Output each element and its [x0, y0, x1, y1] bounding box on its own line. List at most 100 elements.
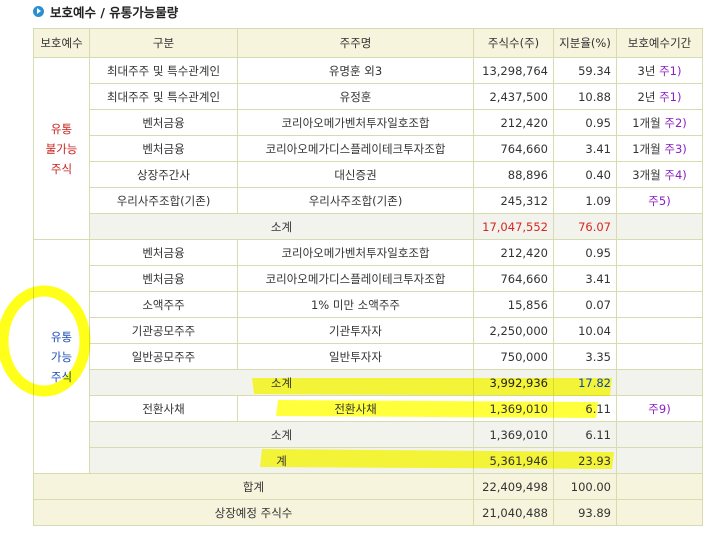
- cell-period: [616, 291, 703, 318]
- subtotal-shares: 17,047,552: [473, 213, 554, 240]
- total-label: 계: [89, 447, 474, 474]
- table-row: 일반공모주주 일반투자자 750,000 3.35: [34, 343, 703, 370]
- cell-shares: 212,420: [473, 239, 554, 266]
- note-link[interactable]: 주2): [664, 116, 686, 130]
- total-shares: 5,361,946: [473, 447, 554, 474]
- listed-total-label: 상장예정 주식수: [33, 499, 474, 526]
- section-title: 보호예수 / 유통가능물량: [50, 4, 179, 20]
- listed-total-row: 상장예정 주식수 21,040,488 93.89: [33, 499, 703, 526]
- cell-pct: 0.95: [553, 109, 617, 136]
- section-heading: 보호예수 / 유통가능물량: [33, 2, 178, 20]
- cell-period: 1개월 주3): [616, 135, 703, 162]
- cell-pct: 3.41: [553, 265, 617, 292]
- table-row: 벤처금융 코리아오메가벤처투자일호조합 212,420 0.95 1개월 주2): [34, 109, 703, 136]
- cell-period: [616, 265, 703, 292]
- col-header-lockup: 보호예수: [33, 28, 90, 58]
- table-row: 유통 불가능 주식 최대주주 및 특수관계인 유명훈 외3 13,298,764…: [33, 57, 703, 240]
- cell-period: 주5): [616, 187, 703, 214]
- table-row: 벤처금융 코리아오메가디스플레이테크투자조합 764,660 3.41: [34, 265, 703, 292]
- subtotal-row-cb: 소계 1,369,010 6.11: [34, 421, 703, 448]
- table-row: 최대주주 및 특수관계인 유정훈 2,437,500 10.88 2년 주1): [34, 83, 703, 110]
- cell-pct: 1.09: [553, 187, 617, 214]
- cell-category: 소액주주: [89, 291, 238, 318]
- subtotal-period: [616, 369, 703, 396]
- note-link[interactable]: 주9): [648, 402, 670, 416]
- cell-pct: 10.88: [553, 83, 617, 110]
- cell-period: 3년 주1): [616, 57, 703, 84]
- cell-holder: 코리아오메가디스플레이테크투자조합: [237, 265, 474, 292]
- cell-category: 우리사주조합(기존): [89, 187, 238, 214]
- cell-shares: 2,437,500: [473, 83, 554, 110]
- cell-shares: 1,369,010: [473, 395, 554, 422]
- subtotal-label: 소계: [89, 369, 474, 396]
- cell-category: 최대주주 및 특수관계인: [89, 83, 238, 110]
- note-link[interactable]: 주1): [659, 90, 681, 104]
- subtotal-pct: 17.82: [553, 369, 617, 396]
- subtotal-shares: 1,369,010: [473, 421, 554, 448]
- cell-period: [616, 343, 703, 370]
- cell-holder: 유정훈: [237, 83, 474, 110]
- table-row: 우리사주조합(기존) 우리사주조합(기존) 245,312 1.09 주5): [34, 187, 703, 214]
- cell-period: [616, 317, 703, 344]
- subtotal-row-locked: 소계 17,047,552 76.07: [34, 213, 703, 240]
- grand-total-shares: 22,409,498: [473, 473, 554, 500]
- total-row-free: 계 5,361,946 23.93: [34, 447, 703, 474]
- cell-holder: 코리아오메가디스플레이테크투자조합: [237, 135, 474, 162]
- table-row: 유통 가능 주식 벤처금융 코리아오메가벤처투자일호조합 212,420 0.9…: [33, 239, 703, 474]
- cell-holder: 코리아오메가벤처투자일호조합: [237, 109, 474, 136]
- subtotal-period: [616, 213, 703, 240]
- cell-shares: 750,000: [473, 343, 554, 370]
- cell-category: 벤처금융: [89, 135, 238, 162]
- grand-total-period: [616, 473, 703, 500]
- subtotal-pct: 6.11: [553, 421, 617, 448]
- table-row: 전환사채 전환사채 1,369,010 6.11 주9): [34, 395, 703, 422]
- cell-pct: 0.95: [553, 239, 617, 266]
- cell-pct: 0.40: [553, 161, 617, 188]
- table-row: 상장주간사 대신증권 88,896 0.40 3개월 주4): [34, 161, 703, 188]
- cell-category: 벤처금융: [89, 239, 238, 266]
- cell-pct: 10.04: [553, 317, 617, 344]
- cell-category: 벤처금융: [89, 265, 238, 292]
- cell-shares: 245,312: [473, 187, 554, 214]
- note-link[interactable]: 주3): [664, 142, 686, 156]
- grand-total-label: 합계: [33, 473, 474, 500]
- cell-shares: 13,298,764: [473, 57, 554, 84]
- col-header-shares: 주식수(주): [473, 28, 554, 58]
- cell-period: 2년 주1): [616, 83, 703, 110]
- group-label-free: 유통 가능 주식: [33, 239, 90, 474]
- total-period: [616, 447, 703, 474]
- col-header-holder: 주주명: [237, 28, 474, 58]
- subtotal-label: 소계: [89, 421, 474, 448]
- listed-total-shares: 21,040,488: [473, 499, 554, 526]
- col-header-pct: 지분율(%): [553, 28, 617, 58]
- table-header-row: 보호예수 구분 주주명 주식수(주) 지분율(%) 보호예수기간: [33, 28, 703, 58]
- cell-pct: 0.07: [553, 291, 617, 318]
- note-link[interactable]: 주4): [664, 168, 686, 182]
- listed-total-period: [616, 499, 703, 526]
- table-row: 소액주주 1% 미만 소액주주 15,856 0.07: [34, 291, 703, 318]
- cell-category: 전환사채: [89, 395, 238, 422]
- subtotal-row-free: 소계 3,992,936 17.82: [34, 369, 703, 396]
- cell-period: 1개월 주2): [616, 109, 703, 136]
- cell-holder: 일반투자자: [237, 343, 474, 370]
- circle-play-icon: [33, 5, 44, 17]
- note-link[interactable]: 주1): [659, 64, 681, 78]
- group-label-locked: 유통 불가능 주식: [33, 57, 90, 240]
- cell-period: [616, 239, 703, 266]
- cell-category: 일반공모주주: [89, 343, 238, 370]
- cell-holder: 유명훈 외3: [237, 57, 474, 84]
- cell-pct: 3.35: [553, 343, 617, 370]
- cell-pct: 6.11: [553, 395, 617, 422]
- cell-holder: 코리아오메가벤처투자일호조합: [237, 239, 474, 266]
- subtotal-shares: 3,992,936: [473, 369, 554, 396]
- table-row: 벤처금융 코리아오메가디스플레이테크투자조합 764,660 3.41 1개월 …: [34, 135, 703, 162]
- col-header-period: 보호예수기간: [616, 28, 703, 58]
- note-link[interactable]: 주5): [648, 194, 670, 208]
- cell-holder: 1% 미만 소액주주: [237, 291, 474, 318]
- total-pct: 23.93: [553, 447, 617, 474]
- cell-shares: 764,660: [473, 135, 554, 162]
- cell-holder: 대신증권: [237, 161, 474, 188]
- cell-shares: 212,420: [473, 109, 554, 136]
- cell-category: 기관공모주주: [89, 317, 238, 344]
- cell-category: 벤처금융: [89, 109, 238, 136]
